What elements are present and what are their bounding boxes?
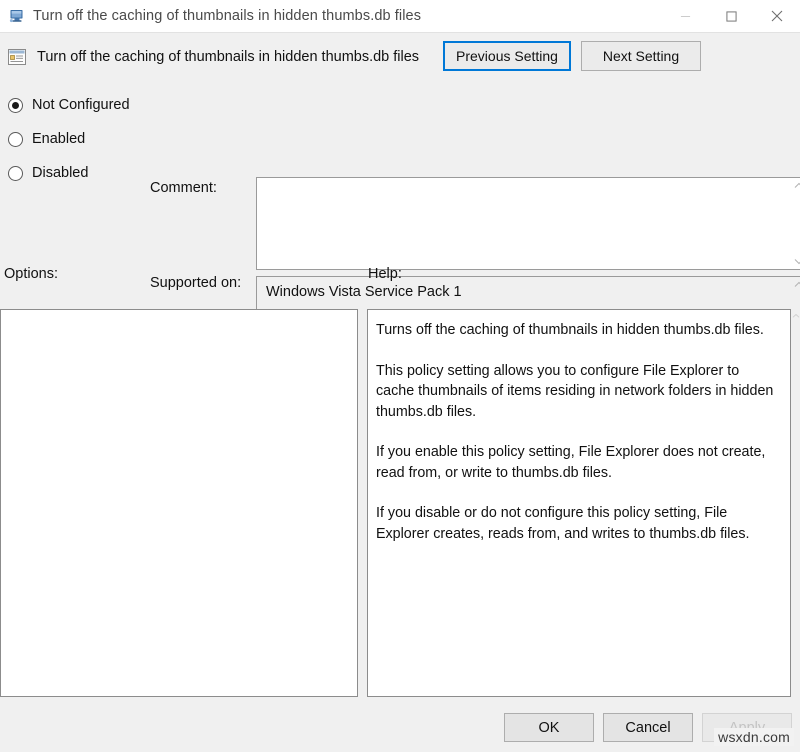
setting-nav-buttons: Previous Setting Next Setting bbox=[443, 41, 701, 71]
policy-setting-icon bbox=[7, 47, 27, 67]
supported-on-label: Supported on: bbox=[150, 275, 241, 291]
radio-indicator-enabled[interactable] bbox=[8, 132, 23, 147]
options-panel[interactable] bbox=[0, 309, 358, 697]
comment-textbox[interactable] bbox=[256, 177, 800, 270]
comment-label: Comment: bbox=[150, 180, 217, 196]
options-content bbox=[1, 310, 357, 696]
radio-indicator-not-configured[interactable] bbox=[8, 98, 23, 113]
previous-setting-button[interactable]: Previous Setting bbox=[443, 41, 571, 71]
minimize-icon[interactable] bbox=[662, 0, 708, 32]
window-titlebar: Turn off the caching of thumbnails in hi… bbox=[0, 0, 800, 32]
window-controls bbox=[662, 0, 800, 32]
help-text: Turns off the caching of thumbnails in h… bbox=[368, 310, 790, 696]
computer-monitor-icon bbox=[9, 8, 25, 24]
window-title: Turn off the caching of thumbnails in hi… bbox=[33, 8, 421, 24]
help-paragraph: If you disable or do not configure this … bbox=[376, 503, 779, 544]
help-panel-scrollbar[interactable] bbox=[791, 309, 800, 697]
maximize-icon[interactable] bbox=[708, 0, 754, 32]
help-paragraph: If you enable this policy setting, File … bbox=[376, 442, 779, 483]
help-panel: Turns off the caching of thumbnails in h… bbox=[367, 309, 791, 697]
chevron-down-icon[interactable] bbox=[794, 258, 800, 265]
radio-indicator-disabled[interactable] bbox=[8, 166, 23, 181]
next-setting-button[interactable]: Next Setting bbox=[581, 41, 701, 71]
radio-option-not-configured[interactable]: Not Configured bbox=[8, 88, 130, 122]
radio-label-not-configured: Not Configured bbox=[32, 97, 130, 113]
policy-state-form: Not Configured Enabled Disabled Comment: bbox=[0, 80, 800, 240]
dialog-footer: OK Cancel Apply bbox=[0, 698, 800, 752]
radio-option-enabled[interactable]: Enabled bbox=[8, 122, 130, 156]
policy-title: Turn off the caching of thumbnails in hi… bbox=[37, 49, 419, 65]
policy-header: Turn off the caching of thumbnails in hi… bbox=[0, 32, 800, 80]
cancel-button[interactable]: Cancel bbox=[603, 713, 693, 742]
close-icon[interactable] bbox=[754, 0, 800, 32]
comment-scrollbar[interactable] bbox=[790, 178, 800, 269]
help-paragraph: Turns off the caching of thumbnails in h… bbox=[376, 320, 779, 341]
watermark: wsxdn.com bbox=[714, 728, 794, 746]
options-panel-scroll-strip[interactable] bbox=[358, 309, 367, 697]
radio-label-disabled: Disabled bbox=[32, 165, 88, 181]
radio-option-disabled[interactable]: Disabled bbox=[8, 156, 130, 190]
policy-state-radio-group: Not Configured Enabled Disabled bbox=[8, 88, 130, 190]
ok-button[interactable]: OK bbox=[504, 713, 594, 742]
help-paragraph: This policy setting allows you to config… bbox=[376, 361, 779, 423]
options-label: Options: bbox=[4, 266, 58, 282]
radio-label-enabled: Enabled bbox=[32, 131, 85, 147]
chevron-up-icon[interactable] bbox=[791, 313, 800, 319]
comment-value[interactable] bbox=[257, 178, 790, 269]
chevron-up-icon[interactable] bbox=[794, 182, 800, 189]
chevron-up-icon[interactable] bbox=[794, 281, 800, 288]
help-label: Help: bbox=[368, 266, 402, 282]
